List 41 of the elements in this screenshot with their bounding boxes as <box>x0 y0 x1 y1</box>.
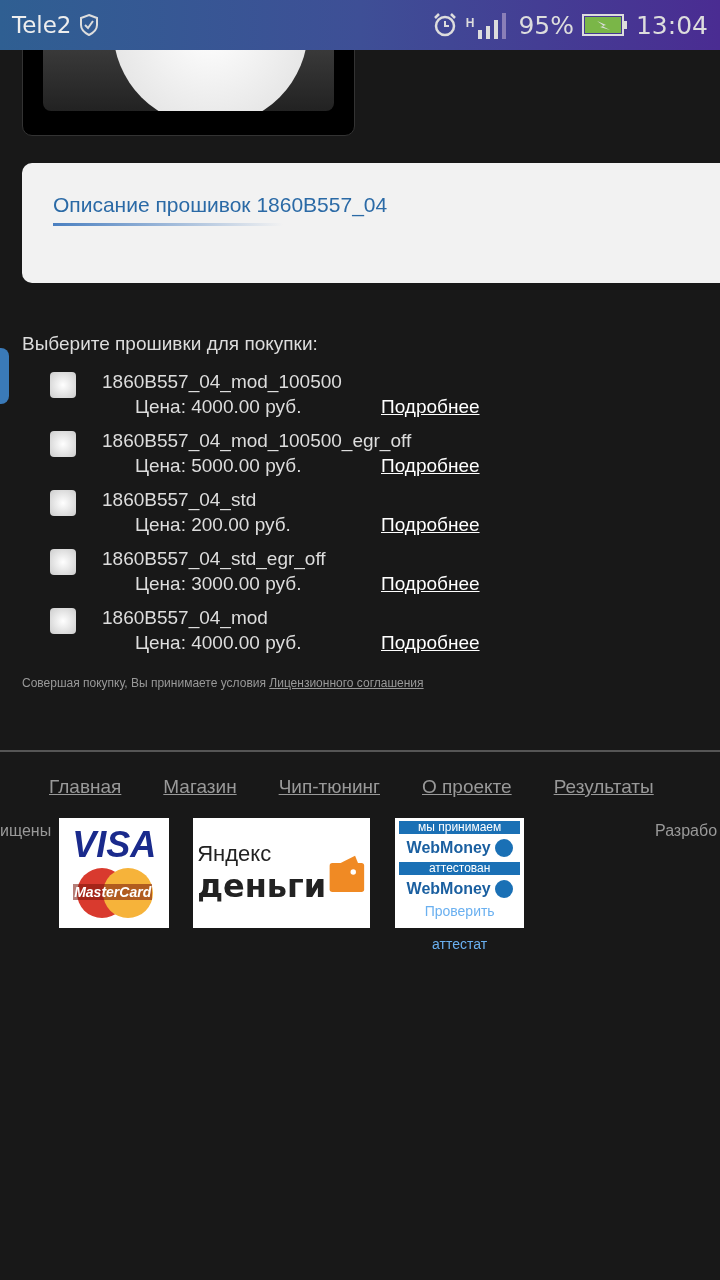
checkbox[interactable] <box>50 490 76 516</box>
footer-nav-link[interactable]: Магазин <box>163 776 237 798</box>
details-link[interactable]: Подробнее <box>381 630 480 656</box>
details-link[interactable]: Подробнее <box>381 394 480 420</box>
footer-nav-link[interactable]: Чип-тюнинг <box>278 776 380 798</box>
details-link[interactable]: Подробнее <box>381 453 480 479</box>
carrier-name: Tele2 <box>12 12 72 38</box>
footer-nav-link[interactable]: Результаты <box>553 776 654 798</box>
details-link[interactable]: Подробнее <box>381 512 480 538</box>
firmware-name: 1860B557_04_mod <box>102 606 269 630</box>
license-link[interactable]: Лицензионного соглашения <box>269 676 424 690</box>
network-type: H <box>465 16 475 30</box>
footer-nav-link[interactable]: О проекте <box>422 776 512 798</box>
footer-text: ищены <box>0 822 52 840</box>
checkbox[interactable] <box>50 549 76 575</box>
footer-text: Разрабо <box>655 822 718 840</box>
firmware-name: 1860B557_04_mod_100500_egr_off <box>102 429 413 453</box>
footer-nav-link[interactable]: Главная <box>49 776 122 798</box>
clock: 13:04 <box>635 10 708 40</box>
price-text: Цена: 200.00 руб. <box>135 513 292 537</box>
firmware-name: 1860B557_04_std_egr_off <box>102 547 327 571</box>
attestat-link[interactable]: аттестат <box>432 936 488 952</box>
visa-mastercard-logo: VISA MasterCard <box>59 818 170 928</box>
battery-icon <box>581 13 628 37</box>
description-link[interactable]: Описание прошивок 1860B557_04 <box>53 193 720 217</box>
price-text: Цена: 5000.00 руб. <box>135 454 303 478</box>
webmoney-badge[interactable]: мы принимаем WebMoney аттестован WebMoney Проверить <box>395 818 525 928</box>
checkbox[interactable] <box>50 608 76 634</box>
checkbox[interactable] <box>50 372 76 398</box>
price-text: Цена: 4000.00 руб. <box>135 631 303 655</box>
price-text: Цена: 4000.00 руб. <box>135 395 303 419</box>
battery-percent: 95% <box>518 10 574 40</box>
agreement-text: Совершая покупку, Вы принимаете условия Лицензионного соглашения <box>22 676 425 690</box>
details-link[interactable]: Подробнее <box>381 571 480 597</box>
section-heading: Выберите прошивки для покупки: <box>22 333 319 355</box>
firmware-name: 1860B557_04_mod_100500 <box>102 370 343 394</box>
yandex-money-logo: Яндекс деньги <box>193 818 371 928</box>
checkbox[interactable] <box>50 431 76 457</box>
firmware-name: 1860B557_04_std <box>102 488 258 512</box>
price-text: Цена: 3000.00 руб. <box>135 572 303 596</box>
shield-icon <box>79 13 100 37</box>
